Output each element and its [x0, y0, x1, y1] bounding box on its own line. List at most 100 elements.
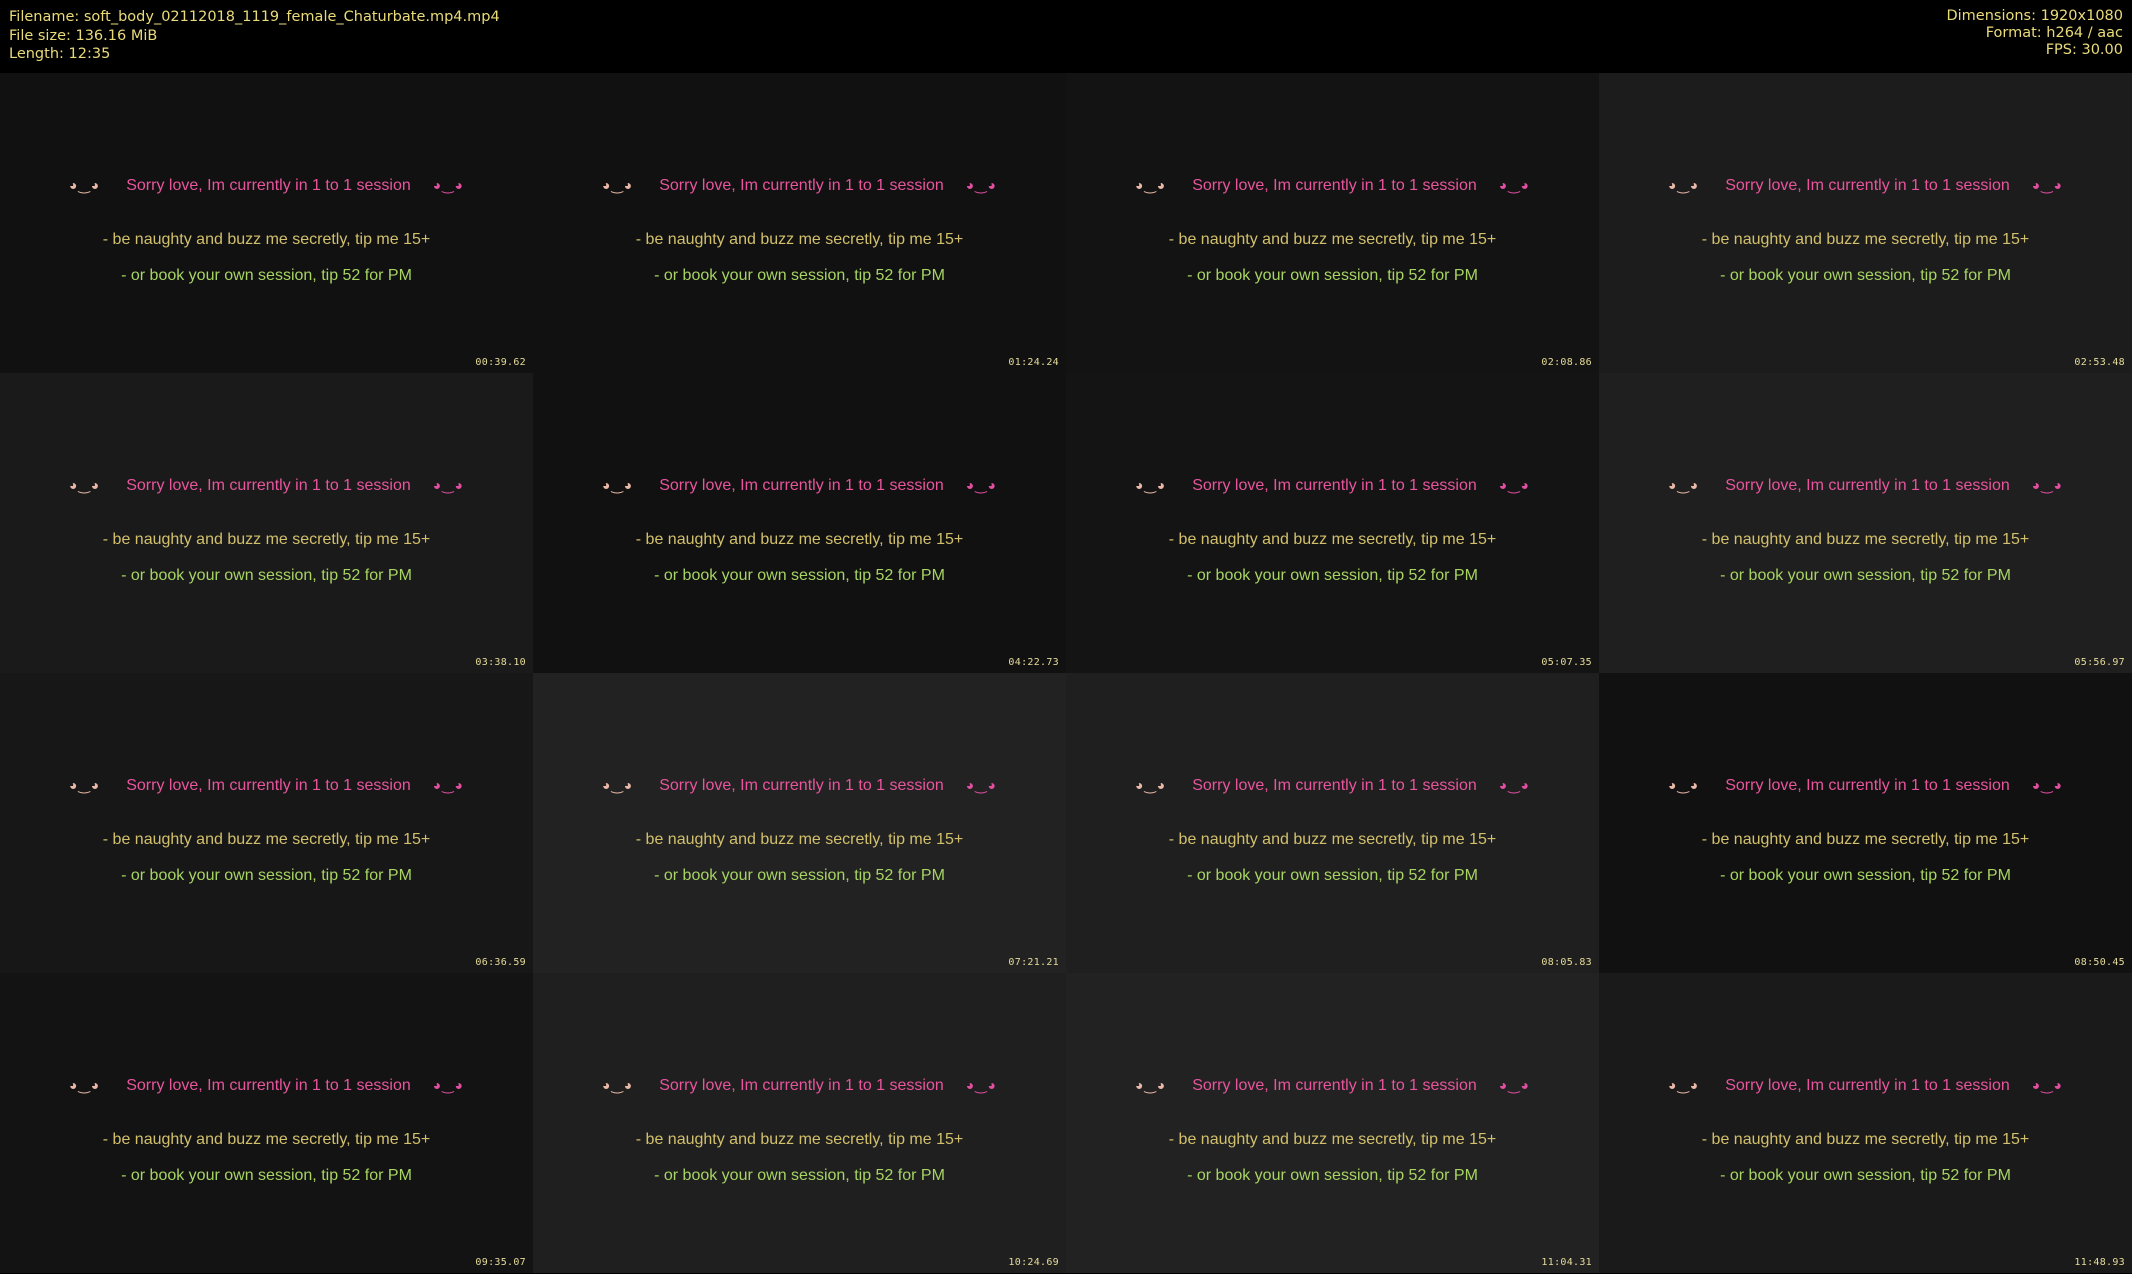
- thumbnail-frame[interactable]: ◕‿◕ Sorry love, Im currently in 1 to 1 se…: [0, 673, 533, 973]
- thumbnail-timestamp: 00:39.62: [475, 357, 526, 368]
- emoticon-right: ◕‿◕: [2031, 777, 2063, 793]
- overlay-line-session: ◕‿◕ Sorry love, Im currently in 1 to 1 se…: [1599, 177, 2132, 195]
- session-text: Sorry love, Im currently in 1 to 1 sessi…: [659, 1077, 944, 1094]
- session-text: Sorry love, Im currently in 1 to 1 sessi…: [1192, 477, 1477, 494]
- dimensions-text: Dimensions: 1920x1080: [1946, 8, 2123, 24]
- overlay-line-book: - or book your own session, tip 52 for P…: [121, 1167, 412, 1184]
- emoticon-right: ◕‿◕: [965, 177, 997, 193]
- emoticon-right: ◕‿◕: [432, 177, 464, 193]
- emoticon-left: ◕‿◕: [602, 777, 634, 793]
- session-text: Sorry love, Im currently in 1 to 1 sessi…: [1725, 1077, 2010, 1094]
- thumbnail-frame[interactable]: ◕‿◕ Sorry love, Im currently in 1 to 1 se…: [0, 973, 533, 1273]
- emoticon-right: ◕‿◕: [1498, 777, 1530, 793]
- overlay-line-session: ◕‿◕ Sorry love, Im currently in 1 to 1 se…: [0, 777, 533, 795]
- emoticon-right: ◕‿◕: [1498, 1077, 1530, 1093]
- thumbnail-frame[interactable]: ◕‿◕ Sorry love, Im currently in 1 to 1 se…: [533, 373, 1066, 673]
- overlay-line-book: - or book your own session, tip 52 for P…: [654, 1167, 945, 1184]
- thumbnail-frame[interactable]: ◕‿◕ Sorry love, Im currently in 1 to 1 se…: [1599, 373, 2132, 673]
- session-text: Sorry love, Im currently in 1 to 1 sessi…: [659, 777, 944, 794]
- overlay-line-book: - or book your own session, tip 52 for P…: [654, 267, 945, 284]
- emoticon-left: ◕‿◕: [1668, 477, 1700, 493]
- video-info: Dimensions: 1920x1080 Format: h264 / aac…: [1946, 8, 2123, 59]
- thumbnail-timestamp: 01:24.24: [1008, 357, 1059, 368]
- thumbnail-frame[interactable]: ◕‿◕ Sorry love, Im currently in 1 to 1 se…: [533, 973, 1066, 1273]
- overlay-line-session: ◕‿◕ Sorry love, Im currently in 1 to 1 se…: [533, 777, 1066, 795]
- session-text: Sorry love, Im currently in 1 to 1 sessi…: [1192, 777, 1477, 794]
- overlay-line-session: ◕‿◕ Sorry love, Im currently in 1 to 1 se…: [1066, 177, 1599, 195]
- emoticon-left: ◕‿◕: [1135, 777, 1167, 793]
- thumbnail-frame[interactable]: ◕‿◕ Sorry love, Im currently in 1 to 1 se…: [0, 73, 533, 373]
- emoticon-right: ◕‿◕: [432, 777, 464, 793]
- emoticon-left: ◕‿◕: [69, 777, 101, 793]
- overlay-line-session: ◕‿◕ Sorry love, Im currently in 1 to 1 se…: [1599, 1077, 2132, 1095]
- session-text: Sorry love, Im currently in 1 to 1 sessi…: [1192, 177, 1477, 194]
- thumbnail-frame[interactable]: ◕‿◕ Sorry love, Im currently in 1 to 1 se…: [1599, 973, 2132, 1273]
- emoticon-right: ◕‿◕: [2031, 477, 2063, 493]
- overlay-line-tip: - be naughty and buzz me secretly, tip m…: [102, 831, 431, 848]
- emoticon-left: ◕‿◕: [1668, 777, 1700, 793]
- thumbnail-timestamp: 08:50.45: [2074, 957, 2125, 968]
- thumbnail-timestamp: 11:48.93: [2074, 1257, 2125, 1268]
- emoticon-left: ◕‿◕: [1135, 1077, 1167, 1093]
- session-text: Sorry love, Im currently in 1 to 1 sessi…: [126, 177, 411, 194]
- thumbnail-frame[interactable]: ◕‿◕ Sorry love, Im currently in 1 to 1 se…: [533, 673, 1066, 973]
- emoticon-right: ◕‿◕: [965, 1077, 997, 1093]
- overlay-line-session: ◕‿◕ Sorry love, Im currently in 1 to 1 se…: [1599, 777, 2132, 795]
- emoticon-left: ◕‿◕: [1135, 177, 1167, 193]
- overlay-line-book: - or book your own session, tip 52 for P…: [1187, 867, 1478, 884]
- thumbnail-frame[interactable]: ◕‿◕ Sorry love, Im currently in 1 to 1 se…: [533, 73, 1066, 373]
- session-text: Sorry love, Im currently in 1 to 1 sessi…: [1725, 777, 2010, 794]
- length-text: Length: 12:35: [9, 46, 111, 62]
- overlay-line-tip: - be naughty and buzz me secretly, tip m…: [635, 231, 964, 248]
- emoticon-left: ◕‿◕: [1668, 177, 1700, 193]
- emoticon-left: ◕‿◕: [602, 1077, 634, 1093]
- thumbnail-frame[interactable]: ◕‿◕ Sorry love, Im currently in 1 to 1 se…: [1066, 973, 1599, 1273]
- overlay-line-tip: - be naughty and buzz me secretly, tip m…: [635, 1131, 964, 1148]
- overlay-line-tip: - be naughty and buzz me secretly, tip m…: [1168, 231, 1497, 248]
- thumbnail-frame[interactable]: ◕‿◕ Sorry love, Im currently in 1 to 1 se…: [1066, 73, 1599, 373]
- overlay-line-book: - or book your own session, tip 52 for P…: [1187, 567, 1478, 584]
- overlay-line-book: - or book your own session, tip 52 for P…: [1187, 1167, 1478, 1184]
- session-text: Sorry love, Im currently in 1 to 1 sessi…: [659, 477, 944, 494]
- thumbnail-frame[interactable]: ◕‿◕ Sorry love, Im currently in 1 to 1 se…: [1599, 673, 2132, 973]
- overlay-line-session: ◕‿◕ Sorry love, Im currently in 1 to 1 se…: [533, 477, 1066, 495]
- overlay-line-book: - or book your own session, tip 52 for P…: [1187, 267, 1478, 284]
- overlay-line-book: - or book your own session, tip 52 for P…: [654, 567, 945, 584]
- thumbnail-grid: ◕‿◕ Sorry love, Im currently in 1 to 1 se…: [0, 73, 2132, 1273]
- thumbnail-timestamp: 11:04.31: [1541, 1257, 1592, 1268]
- overlay-line-tip: - be naughty and buzz me secretly, tip m…: [1701, 831, 2030, 848]
- overlay-line-tip: - be naughty and buzz me secretly, tip m…: [102, 1131, 431, 1148]
- thumbnail-timestamp: 02:53.48: [2074, 357, 2125, 368]
- session-text: Sorry love, Im currently in 1 to 1 sessi…: [1192, 1077, 1477, 1094]
- thumbnail-frame[interactable]: ◕‿◕ Sorry love, Im currently in 1 to 1 se…: [1066, 373, 1599, 673]
- thumbnail-timestamp: 03:38.10: [475, 657, 526, 668]
- emoticon-left: ◕‿◕: [69, 1077, 101, 1093]
- overlay-line-session: ◕‿◕ Sorry love, Im currently in 1 to 1 se…: [533, 1077, 1066, 1095]
- overlay-line-book: - or book your own session, tip 52 for P…: [121, 267, 412, 284]
- emoticon-left: ◕‿◕: [1135, 477, 1167, 493]
- emoticon-right: ◕‿◕: [2031, 177, 2063, 193]
- overlay-line-session: ◕‿◕ Sorry love, Im currently in 1 to 1 se…: [0, 177, 533, 195]
- session-text: Sorry love, Im currently in 1 to 1 sessi…: [1725, 477, 2010, 494]
- emoticon-left: ◕‿◕: [602, 477, 634, 493]
- session-text: Sorry love, Im currently in 1 to 1 sessi…: [1725, 177, 2010, 194]
- emoticon-left: ◕‿◕: [69, 477, 101, 493]
- thumbnail-frame[interactable]: ◕‿◕ Sorry love, Im currently in 1 to 1 se…: [0, 373, 533, 673]
- emoticon-left: ◕‿◕: [69, 177, 101, 193]
- emoticon-right: ◕‿◕: [432, 477, 464, 493]
- thumbnail-timestamp: 05:56.97: [2074, 657, 2125, 668]
- overlay-line-tip: - be naughty and buzz me secretly, tip m…: [1168, 831, 1497, 848]
- fps-text: FPS: 30.00: [2045, 42, 2123, 58]
- session-text: Sorry love, Im currently in 1 to 1 sessi…: [126, 1077, 411, 1094]
- overlay-line-book: - or book your own session, tip 52 for P…: [1720, 1167, 2011, 1184]
- thumbnail-frame[interactable]: ◕‿◕ Sorry love, Im currently in 1 to 1 se…: [1599, 73, 2132, 373]
- overlay-line-tip: - be naughty and buzz me secretly, tip m…: [1701, 531, 2030, 548]
- emoticon-left: ◕‿◕: [602, 177, 634, 193]
- overlay-line-book: - or book your own session, tip 52 for P…: [1720, 867, 2011, 884]
- session-text: Sorry love, Im currently in 1 to 1 sessi…: [659, 177, 944, 194]
- thumbnail-frame[interactable]: ◕‿◕ Sorry love, Im currently in 1 to 1 se…: [1066, 673, 1599, 973]
- emoticon-right: ◕‿◕: [1498, 177, 1530, 193]
- emoticon-right: ◕‿◕: [965, 777, 997, 793]
- emoticon-right: ◕‿◕: [2031, 1077, 2063, 1093]
- overlay-line-tip: - be naughty and buzz me secretly, tip m…: [1168, 1131, 1497, 1148]
